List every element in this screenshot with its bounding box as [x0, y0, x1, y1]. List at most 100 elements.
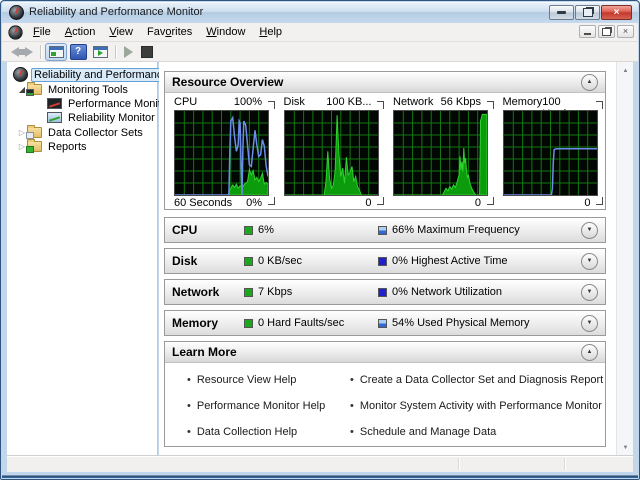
tree-item-label: Reliability and Performance — [31, 67, 172, 82]
link-resource-view-help[interactable]: • Resource View Help — [187, 374, 350, 386]
tree-item-performance-monitor[interactable]: Performance Monitor — [47, 96, 174, 111]
mdi-minimize-button[interactable] — [579, 25, 596, 38]
disk-graph-plot — [283, 110, 379, 196]
reliability-monitor-icon — [47, 112, 62, 123]
network-traffic-value: 7 Kbps — [258, 286, 293, 298]
restore-button[interactable] — [575, 5, 600, 20]
gauge-icon — [13, 67, 28, 82]
folder-badge — [26, 132, 34, 139]
disk-graph: Disk 100 KB... 0 — [277, 96, 387, 209]
expand-button[interactable]: ▼ — [581, 252, 598, 270]
scroll-down-icon[interactable]: ▼ — [618, 440, 633, 455]
toolbar: ? — [2, 42, 638, 62]
freeze-display-button[interactable] — [141, 45, 153, 58]
link-monitor-system-activity[interactable]: • Monitor System Activity with Performanc… — [350, 400, 603, 412]
learn-more-section: Learn More ▲ • Resource View Help • Perfor… — [164, 341, 606, 447]
folder-badge — [26, 89, 34, 96]
tree-item-reports[interactable]: ▷ Reports — [17, 139, 90, 154]
menu-window[interactable]: Window — [199, 24, 252, 40]
bullet-icon: • — [187, 426, 191, 438]
memory-hard-faults-value: 0 Hard Faults/sec — [258, 317, 345, 329]
section-title: Disk — [172, 254, 198, 268]
section-title: CPU — [172, 223, 198, 237]
disk-section[interactable]: Disk 0 KB/sec 0% Highest Active Time ▼ — [164, 248, 606, 274]
learn-more-header[interactable]: Learn More ▲ — [165, 342, 605, 363]
graph-label: Disk — [283, 96, 305, 108]
window-title: Reliability and Performance Monitor — [29, 6, 204, 18]
cpu-usage-value: 6% — [258, 224, 274, 236]
axis-bracket — [267, 197, 275, 205]
mdi-close-button[interactable]: × — [617, 25, 634, 38]
memory-graph: Memory100 Hard... 0 — [496, 96, 606, 209]
blue-legend-icon — [378, 256, 387, 266]
network-graph-plot — [393, 110, 488, 196]
bullet-icon: • — [350, 400, 354, 412]
link-create-data-collector-set[interactable]: • Create a Data Collector Set and Diagnos… — [350, 374, 603, 386]
memory-used-value: 54% Used Physical Memory — [392, 317, 530, 329]
link-schedule-and-manage-data[interactable]: • Schedule and Manage Data — [350, 426, 603, 438]
help-icon: ? — [69, 43, 87, 60]
section-title: Learn More — [172, 345, 237, 359]
expand-button[interactable]: ▼ — [581, 221, 598, 239]
window-bottom-edge — [2, 475, 638, 478]
title-bar[interactable]: Reliability and Performance Monitor × — [2, 2, 638, 23]
blue-legend-icon — [378, 225, 387, 235]
close-button[interactable]: × — [601, 5, 632, 20]
graph-min-label: 0 — [474, 197, 481, 209]
monitoring-tools-folder-icon — [26, 82, 42, 96]
toolbar-separator — [115, 44, 116, 59]
resume-display-button[interactable] — [124, 45, 133, 58]
data-collector-sets-folder-icon — [26, 125, 42, 139]
link-performance-monitor-help[interactable]: • Performance Monitor Help — [187, 400, 350, 412]
collapse-button[interactable]: ▲ — [581, 343, 598, 361]
menu-file[interactable]: File — [26, 24, 58, 40]
bullet-icon: • — [187, 400, 191, 412]
tree-item-data-collector-sets[interactable]: ▷ Data Collector Sets — [17, 125, 146, 140]
console-icon — [8, 25, 23, 40]
minimize-button[interactable] — [549, 5, 574, 20]
section-title: Resource Overview — [172, 75, 284, 89]
graph-min-label: 0% — [246, 197, 262, 209]
mdi-restore-button[interactable] — [598, 25, 615, 38]
green-legend-icon — [244, 225, 253, 235]
graph-min-label: 0 — [365, 197, 372, 209]
tree-item-reliability-and-performance[interactable]: Reliability and Performance — [13, 67, 172, 82]
tree-item-label: Monitoring Tools — [48, 83, 128, 96]
menu-action[interactable]: Action — [58, 24, 103, 40]
show-hide-console-tree-button[interactable] — [45, 42, 67, 61]
link-data-collection-help[interactable]: • Data Collection Help — [187, 426, 350, 438]
cpu-section[interactable]: CPU 6% 66% Maximum Frequency ▼ — [164, 217, 606, 243]
menu-help[interactable]: Help — [252, 24, 289, 40]
graph-label: CPU — [174, 96, 198, 108]
bullet-icon: • — [350, 426, 354, 438]
collapse-button[interactable]: ▲ — [581, 73, 598, 91]
back-button[interactable] — [11, 46, 24, 57]
forward-button[interactable] — [20, 46, 33, 57]
console-tree-panel: Reliability and Performance ◢ Monitoring… — [7, 62, 172, 456]
app-window: Reliability and Performance Monitor × Fi… — [0, 0, 640, 480]
scroll-up-icon[interactable]: ▲ — [618, 63, 633, 78]
mdi-close-icon: × — [622, 26, 629, 36]
axis-bracket — [377, 101, 384, 109]
bullet-icon: • — [350, 374, 354, 386]
tree-item-label: Reports — [48, 140, 87, 153]
window-controls: × — [549, 5, 632, 20]
console-tree-icon — [48, 45, 64, 58]
new-window-button[interactable] — [89, 43, 111, 61]
app-icon — [9, 5, 24, 20]
expand-button[interactable]: ▼ — [581, 283, 598, 301]
tree-item-monitoring-tools[interactable]: ◢ Monitoring Tools — [17, 82, 131, 97]
axis-bracket — [596, 197, 603, 205]
menu-view[interactable]: View — [102, 24, 140, 40]
memory-section[interactable]: Memory 0 Hard Faults/sec 54% Used Physic… — [164, 310, 606, 336]
mdi-restore-icon — [602, 27, 611, 36]
overview-graphs: CPU 100% 60 Seconds 0% Disk 100 KB... 0 Net… — [167, 96, 605, 209]
resource-overview-header[interactable]: Resource Overview ▲ — [165, 72, 605, 93]
network-section[interactable]: Network 7 Kbps 0% Network Utilization ▼ — [164, 279, 606, 305]
menu-favorites[interactable]: Favorites — [140, 24, 199, 40]
tree-item-reliability-monitor[interactable]: Reliability Monitor — [47, 110, 158, 125]
vertical-scrollbar[interactable]: ▲ ▼ — [616, 62, 633, 456]
minimize-icon — [557, 11, 566, 14]
expand-button[interactable]: ▼ — [581, 314, 598, 332]
help-button[interactable]: ? — [67, 43, 89, 61]
